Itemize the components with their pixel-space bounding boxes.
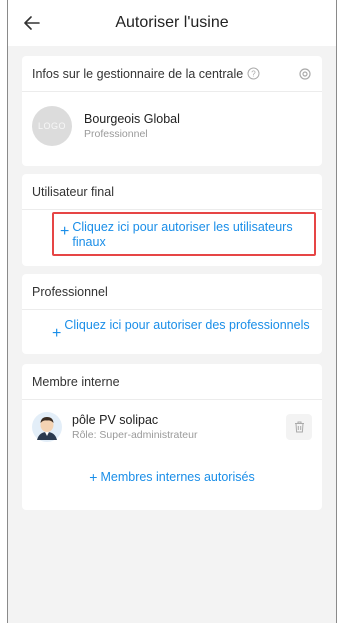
avatar-icon [32,412,62,442]
professional-card: Professionnel + Cliquez ici pour autoris… [22,274,322,354]
add-internal-members-link[interactable]: + Membres internes autorisés [22,470,322,485]
app-frame: Autoriser l'usine Infos sur le gestionna… [7,0,337,623]
manager-logo: LOGO [32,106,72,146]
back-button[interactable] [18,9,46,37]
manager-name: Bourgeois Global [84,112,180,126]
help-circle-icon[interactable]: ? [247,67,260,80]
manager-role: Professionnel [84,128,148,140]
add-internal-members-label: Membres internes autorisés [100,470,255,484]
authorize-professionals-label: Cliquez ici pour autoriser des professio… [64,318,310,332]
professional-section-title: Professionnel [32,284,108,299]
plant-manager-card: Infos sur le gestionnaire de la centrale… [22,56,322,166]
end-user-header: Utilisateur final [22,174,322,210]
trash-icon [294,421,304,433]
member-role: Rôle: Super-administrateur [72,429,198,441]
professional-header: Professionnel [22,274,322,310]
plant-manager-row: LOGO Bourgeois Global Professionnel [22,92,322,160]
end-user-section-title: Utilisateur final [32,184,114,199]
authorize-professionals-link[interactable]: + Cliquez ici pour autoriser des profess… [22,310,322,342]
delete-member-button[interactable] [286,414,312,440]
page-title: Autoriser l'usine [115,14,229,31]
member-name: pôle PV solipac [72,413,159,427]
plus-icon: + [89,469,98,485]
settings-icon[interactable] [298,67,312,81]
plant-manager-header: Infos sur le gestionnaire de la centrale… [22,56,322,92]
back-arrow-icon [24,16,40,30]
plant-manager-section-title: Infos sur le gestionnaire de la centrale [32,66,244,81]
internal-member-section-title: Membre interne [32,374,120,389]
highlight-box [52,212,316,256]
member-row: pôle PV solipac Rôle: Super-administrate… [22,400,322,442]
internal-member-card: Membre interne pôle PV solipac Rôle: Sup… [22,364,322,510]
internal-member-header: Membre interne [22,364,322,400]
svg-text:?: ? [252,69,257,78]
top-bar: Autoriser l'usine [8,0,336,46]
plus-icon: + [52,325,62,342]
